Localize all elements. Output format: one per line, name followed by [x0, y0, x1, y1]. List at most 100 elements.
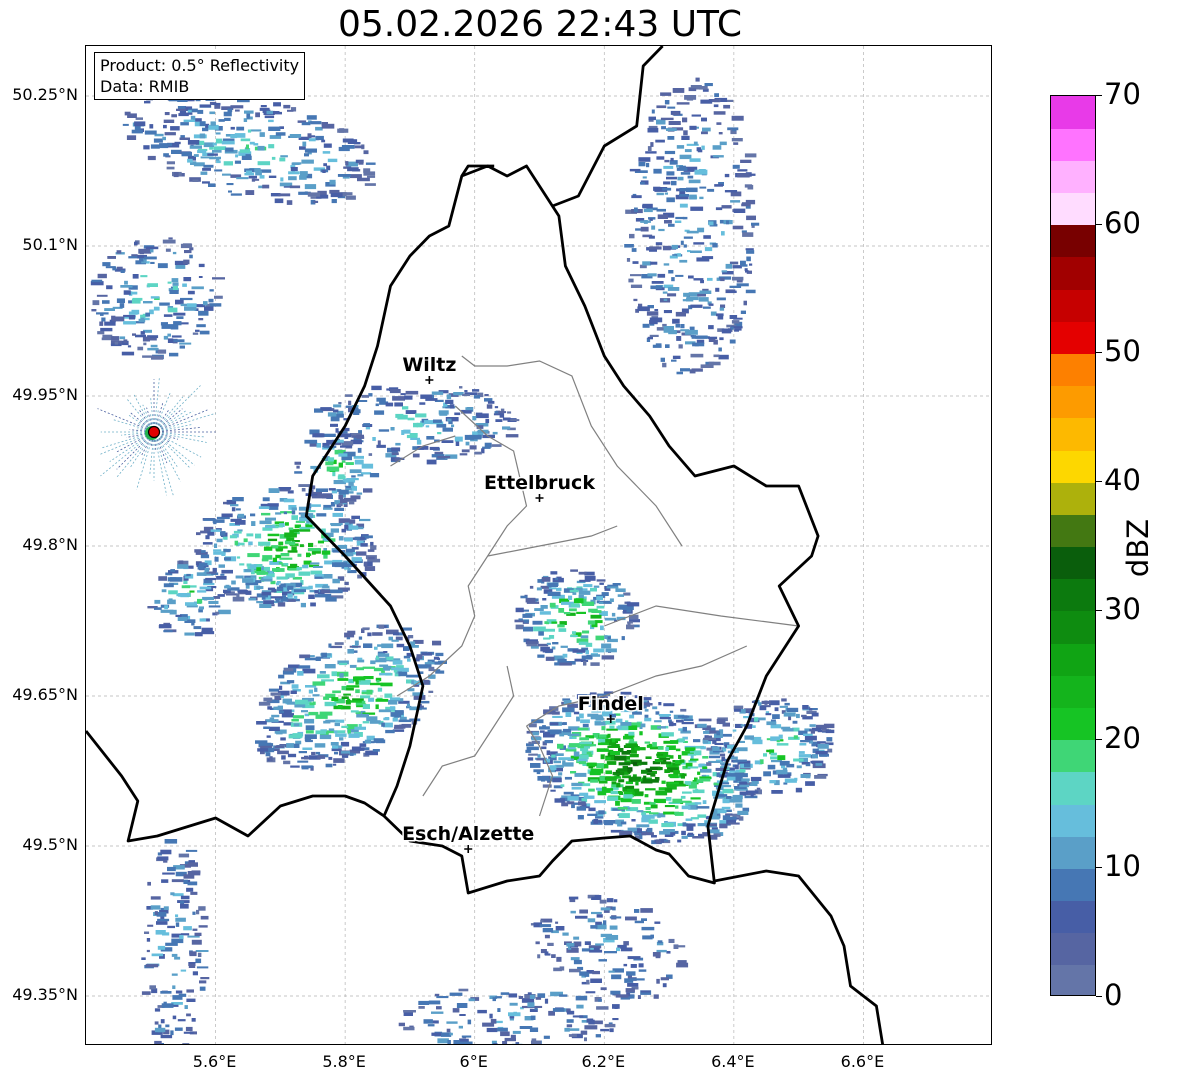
echo-cell — [662, 291, 668, 294]
echo-cell — [673, 944, 679, 949]
echo-cell — [691, 86, 699, 89]
echo-cell — [243, 118, 248, 122]
echo-cell — [675, 216, 685, 220]
echo-cell — [581, 601, 595, 606]
echo-cell — [734, 329, 739, 332]
echo-cell — [191, 286, 204, 290]
echo-cell — [533, 626, 546, 632]
echo-cell — [223, 161, 233, 166]
echo-cell — [332, 512, 343, 517]
echo-cell — [367, 175, 376, 178]
echo-cell — [257, 145, 265, 151]
echo-cell — [721, 328, 732, 334]
echo-cell — [221, 569, 233, 574]
echo-cell — [248, 597, 256, 601]
echo-cell — [195, 958, 202, 964]
echo-cell — [576, 611, 586, 614]
radar-map[interactable]: Wiltz Ettelbruck Findel Esch/Alzette — [85, 45, 992, 1045]
echo-cell — [368, 697, 375, 702]
echo-cell — [651, 225, 656, 230]
echo-cell — [590, 662, 600, 666]
echo-cell — [448, 421, 453, 425]
echo-cell — [157, 263, 168, 269]
echo-cell — [598, 820, 603, 823]
echo-cell — [722, 785, 732, 788]
echo-cell — [588, 608, 598, 613]
echo-cell — [670, 723, 677, 726]
echo-cell — [298, 751, 307, 754]
echo-cell — [200, 554, 210, 559]
echo-cell — [731, 320, 740, 324]
echo-cell — [144, 256, 157, 260]
echo-cell — [265, 517, 276, 521]
echo-cell — [536, 758, 545, 761]
echo-cell — [555, 753, 564, 756]
echo-cell — [179, 345, 185, 349]
echo-cell — [458, 988, 469, 992]
echo-cell — [345, 700, 351, 705]
echo-cell — [548, 587, 557, 590]
echo-cell — [678, 344, 683, 349]
echo-cell — [384, 717, 388, 721]
echo-cell — [147, 347, 159, 351]
echo-cell — [469, 445, 477, 450]
echo-cell — [500, 1031, 510, 1037]
echo-cell — [547, 729, 559, 733]
echo-cell — [640, 220, 651, 223]
echo-cell — [433, 656, 440, 660]
echo-cell — [236, 593, 240, 598]
echo-cell — [670, 157, 674, 162]
echo-cell — [278, 562, 283, 565]
echo-cell — [253, 143, 259, 146]
echo-cell — [825, 729, 835, 734]
echo-cell — [172, 251, 177, 255]
echo-cell — [732, 164, 740, 169]
echo-cell — [695, 335, 708, 339]
echo-cell — [577, 727, 589, 731]
echo-cell — [626, 971, 636, 976]
echo-cell — [300, 602, 306, 608]
echo-cell — [339, 673, 344, 678]
echo-cell — [367, 549, 375, 552]
echo-cell — [224, 585, 231, 589]
echo-cell — [579, 792, 589, 796]
echo-cell — [239, 149, 250, 153]
echo-cell — [199, 986, 206, 991]
echo-cell — [722, 798, 730, 804]
echo-cell — [716, 122, 722, 125]
echo-cell — [194, 932, 202, 936]
echo-cell — [196, 324, 206, 328]
echo-cell — [268, 688, 279, 692]
echo-cell — [317, 674, 330, 679]
echo-cell — [609, 598, 614, 602]
echo-cell — [566, 943, 575, 947]
echo-cell — [199, 104, 211, 108]
echo-cell — [601, 643, 612, 649]
echo-cell — [235, 520, 246, 525]
echo-cell — [693, 242, 705, 245]
echo-cell — [215, 138, 223, 144]
echo-cell — [567, 796, 579, 801]
echo-cell — [686, 230, 699, 234]
echo-cell — [248, 175, 257, 179]
echo-cell — [680, 708, 687, 712]
colorbar-segment — [1051, 771, 1095, 805]
echo-cell — [332, 471, 336, 477]
echo-cell — [434, 993, 440, 997]
echo-cell — [182, 1043, 190, 1044]
echo-cell — [691, 335, 696, 339]
echo-cell — [732, 729, 737, 732]
echo-cell — [291, 162, 300, 165]
echo-cell — [730, 200, 741, 203]
echo-cell — [338, 453, 348, 457]
echo-cell — [374, 646, 378, 650]
echo-cell — [167, 925, 175, 929]
echo-cell — [184, 250, 192, 254]
echo-cell — [312, 681, 326, 686]
echo-cell — [679, 203, 688, 208]
colorbar-segment — [1051, 482, 1095, 515]
echo-cell — [310, 602, 316, 607]
echo-cell — [601, 592, 609, 596]
echo-cell — [590, 978, 602, 983]
echo-cell — [192, 971, 198, 976]
